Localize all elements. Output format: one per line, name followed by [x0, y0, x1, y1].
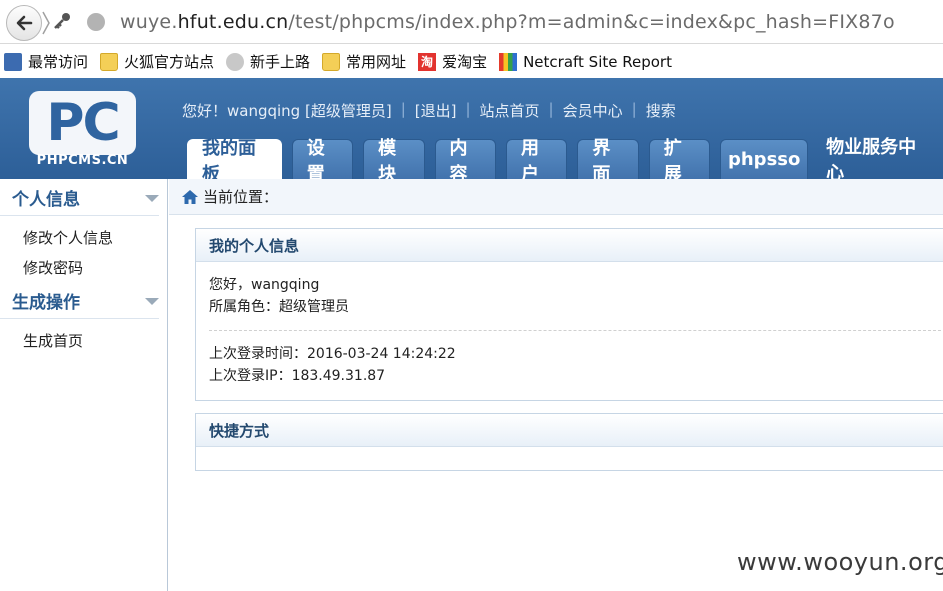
sidebar-item-change-password[interactable]: 修改密码 — [0, 252, 167, 282]
bookmark-most-visited[interactable]: 最常访问 — [4, 45, 88, 78]
search-link[interactable]: 搜索 — [646, 100, 676, 121]
forward-chevron-icon[interactable] — [41, 10, 51, 36]
bookmark-aitaobao[interactable]: 淘 爱淘宝 — [418, 45, 487, 78]
sidebar-item-generate-home[interactable]: 生成首页 — [0, 325, 167, 355]
tab-settings[interactable]: 设置 — [291, 138, 354, 185]
url-prefix: wuye. — [120, 11, 178, 33]
main-content: 当前位置： 我的个人信息 您好，wangqing 所属角色：超级管理员 上次登录… — [169, 179, 943, 591]
url-path: /test/phpcms/index.php?m=admin&c=index&p… — [288, 11, 895, 33]
back-button[interactable] — [6, 5, 42, 41]
logo-mark: PC — [46, 93, 120, 153]
left-sidebar: 个人信息 修改个人信息 修改密码 生成操作 生成首页 — [0, 179, 168, 591]
home-icon[interactable] — [181, 189, 199, 205]
divider: | — [631, 100, 637, 118]
site-identity-icon[interactable] — [87, 13, 105, 31]
bookmark-netcraft[interactable]: Netcraft Site Report — [499, 45, 672, 78]
hello-text: 您好，wangqing — [209, 277, 320, 293]
bookmark-label: 常用网址 — [346, 53, 407, 71]
divider — [209, 330, 941, 331]
tab-property-service-center[interactable]: 物业服务中心 — [822, 137, 933, 184]
bookmark-label: 新手上路 — [250, 53, 311, 71]
breadcrumb-label: 当前位置： — [203, 188, 279, 206]
tab-phpsso[interactable]: phpsso — [720, 139, 809, 179]
folder-icon — [100, 52, 119, 71]
sidebar-group-personal-info[interactable]: 个人信息 — [0, 179, 159, 216]
bookmark-label: 最常访问 — [28, 53, 89, 71]
url-input[interactable]: wuye.hfut.edu.cn/test/phpcms/index.php?m… — [120, 11, 895, 33]
greeting-text: 您好！wangqing [超级管理员] — [182, 102, 392, 120]
folder-icon — [322, 52, 341, 71]
tab-modules[interactable]: 模块 — [363, 138, 425, 185]
bookmark-getting-started[interactable]: 新手上路 — [226, 45, 310, 78]
shortcuts-panel: 快捷方式 — [195, 413, 943, 471]
watermark: www.wooyun.org — [737, 548, 943, 576]
site-home-link[interactable]: 站点首页 — [480, 100, 540, 121]
url-domain: hfut.edu.cn — [177, 11, 289, 33]
key-icon[interactable] — [52, 11, 72, 31]
bookmark-label: Netcraft Site Report — [523, 52, 672, 71]
top-links: 您好！wangqing [超级管理员] | [退出] | 站点首页 | 会员中心… — [182, 100, 676, 121]
panel-title: 快捷方式 — [196, 414, 943, 447]
logo-text: PHPCMS.CN — [36, 153, 129, 168]
bookmark-label: 火狐官方站点 — [124, 53, 215, 71]
sidebar-group-title: 生成操作 — [12, 292, 80, 313]
last-login-ip: 上次登录IP：183.49.31.87 — [209, 368, 386, 384]
divider: | — [465, 100, 471, 118]
browser-address-bar: wuye.hfut.edu.cn/test/phpcms/index.php?m… — [0, 0, 943, 44]
tab-content[interactable]: 内容 — [434, 138, 496, 185]
taobao-icon: 淘 — [418, 52, 437, 71]
globe-icon — [226, 52, 245, 71]
panel-title: 我的个人信息 — [196, 229, 943, 262]
bookmarks-bar: 最常访问 火狐官方站点 新手上路 常用网址 淘 爱淘宝 Netcraft Sit… — [0, 45, 943, 78]
divider: | — [548, 100, 554, 118]
bookmark-label: 爱淘宝 — [442, 53, 488, 71]
tab-users[interactable]: 用户 — [505, 138, 568, 185]
tab-my-panel[interactable]: 我的面板 — [187, 138, 282, 185]
sidebar-item-edit-profile[interactable]: 修改个人信息 — [0, 222, 167, 252]
member-center-link[interactable]: 会员中心 — [563, 100, 623, 121]
sidebar-group-generate[interactable]: 生成操作 — [0, 282, 159, 319]
sidebar-group-title: 个人信息 — [12, 189, 80, 210]
phpcms-logo[interactable]: PC — [29, 91, 136, 155]
bookmark-firefox-sites[interactable]: 火狐官方站点 — [100, 45, 214, 78]
main-nav-tabs: 我的面板 设置 模块 内容 用户 界面 扩展 phpsso 物业服务中心 — [187, 137, 943, 185]
most-visited-icon — [4, 52, 22, 71]
personal-info-panel: 我的个人信息 您好，wangqing 所属角色：超级管理员 上次登录时间：201… — [195, 228, 943, 401]
divider: | — [400, 100, 406, 118]
cms-header: PC PHPCMS.CN 您好！wangqing [超级管理员] | [退出] … — [0, 78, 943, 185]
back-arrow-icon — [16, 15, 33, 31]
bookmark-common-sites[interactable]: 常用网址 — [322, 45, 406, 78]
tab-interface[interactable]: 界面 — [577, 138, 639, 185]
breadcrumb: 当前位置： — [169, 179, 943, 215]
collapse-arrow-icon[interactable] — [145, 195, 159, 202]
collapse-arrow-icon[interactable] — [145, 298, 159, 305]
logout-link[interactable]: [退出] — [415, 100, 457, 121]
tab-extensions[interactable]: 扩展 — [648, 138, 711, 185]
last-login-time: 上次登录时间：2016-03-24 14:24:22 — [209, 346, 456, 362]
role-text: 所属角色：超级管理员 — [209, 299, 349, 315]
netcraft-icon — [499, 52, 518, 71]
